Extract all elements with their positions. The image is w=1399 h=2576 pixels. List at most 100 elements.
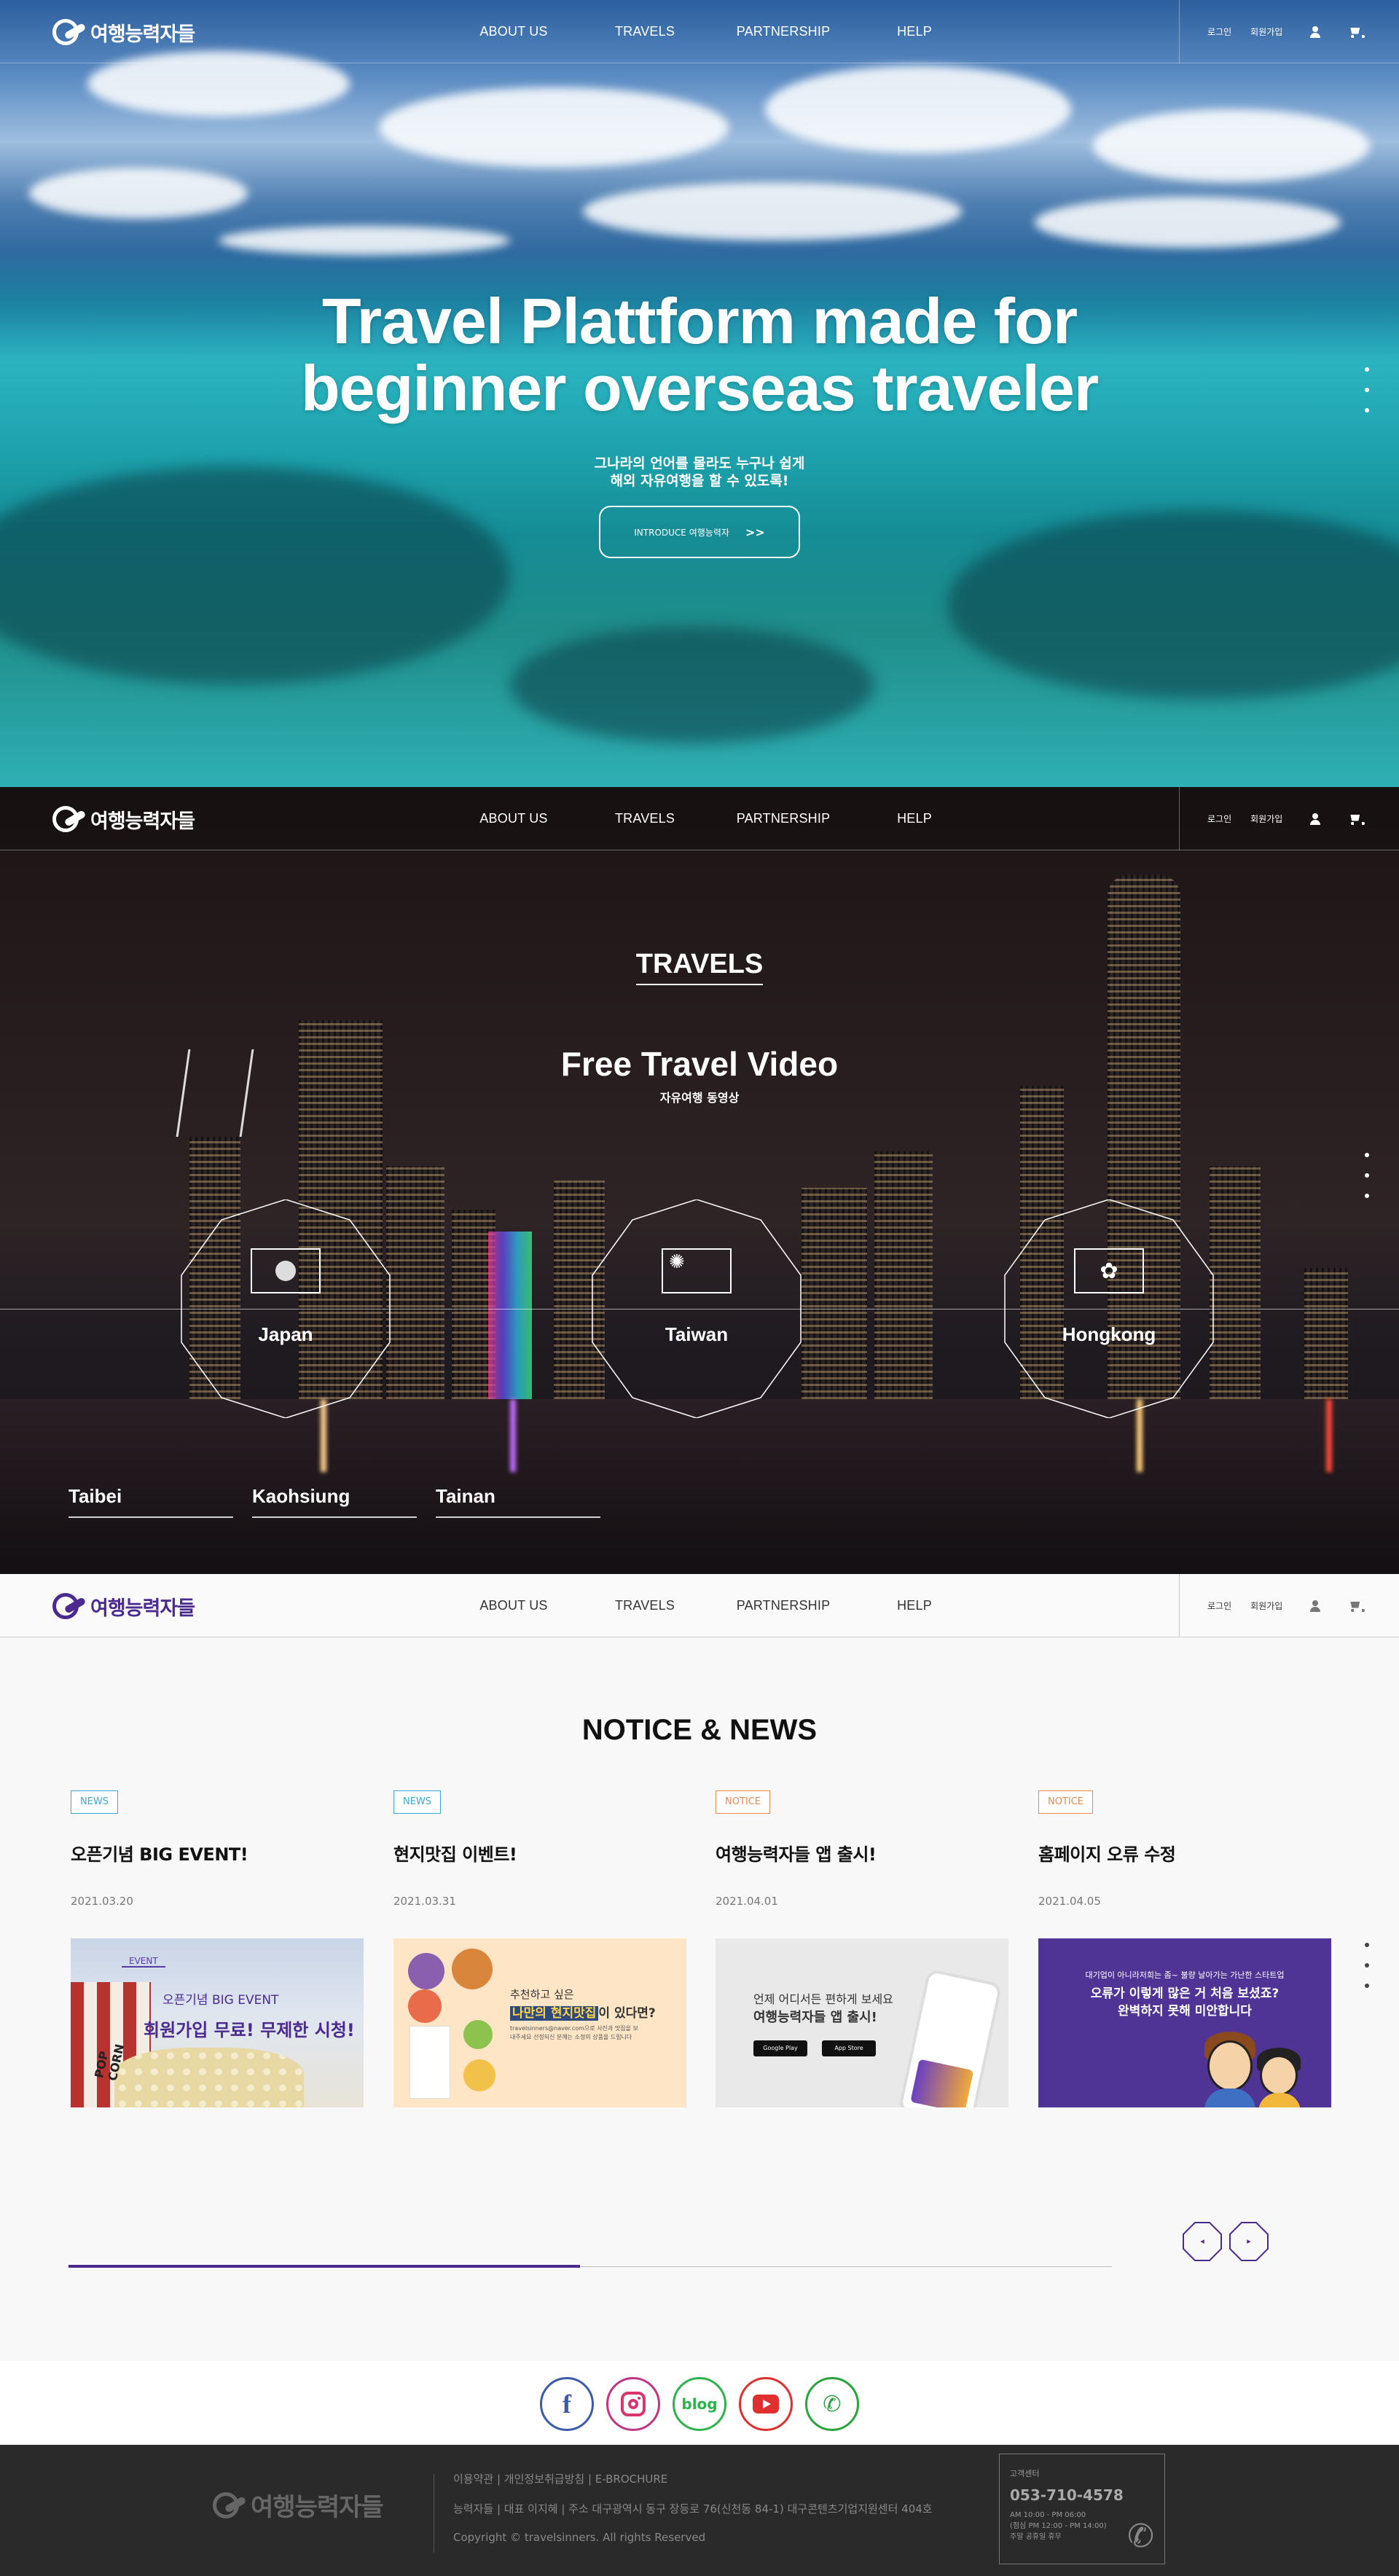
utility-menu: 로그인 회원가입 — [1179, 1574, 1399, 1637]
login-link[interactable]: 로그인 — [1207, 26, 1231, 38]
country-japan[interactable]: Japan — [176, 1199, 395, 1418]
food-image — [408, 1953, 444, 1989]
whatsapp-icon[interactable]: ✆ — [805, 2377, 859, 2431]
building — [874, 1151, 933, 1399]
building — [1304, 1268, 1348, 1399]
facebook-icon[interactable]: f — [540, 2377, 594, 2431]
prev-button[interactable]: ◂ — [1182, 2221, 1223, 2262]
signup-link[interactable]: 회원가입 — [1250, 26, 1282, 38]
thumb-line2: 나만의 현지맛집 이 있다면? — [510, 2003, 656, 2021]
site-logo[interactable]: 여행능력자들 — [51, 803, 195, 835]
next-button[interactable]: ▸ — [1228, 2221, 1269, 2262]
youtube-icon[interactable] — [739, 2377, 793, 2431]
city-tabs: Taibei Kaohsiung Tainan — [68, 1485, 619, 1518]
decagon-outline — [181, 1199, 391, 1418]
introduce-button[interactable]: INTRODUCE 여행능력자 >> — [599, 506, 800, 558]
site-logo[interactable]: 여행능력자들 — [51, 16, 195, 48]
nav-partnership[interactable]: PARTNERSHIP — [707, 811, 860, 826]
nav-partnership[interactable]: PARTNERSHIP — [707, 24, 860, 39]
slider-progress — [68, 2265, 580, 2268]
country-hongkong[interactable]: ✿ Hongkong — [1000, 1199, 1218, 1418]
nav-about-us[interactable]: ABOUT US — [444, 24, 583, 39]
main-nav: ABOUT US TRAVELS PARTNERSHIP HELP — [444, 0, 969, 63]
news-badge: NEWS — [71, 1790, 119, 1814]
pager-dot[interactable] — [1365, 1963, 1369, 1968]
thumb-line2: 회원가입 무료! 무제한 시청! — [144, 2020, 355, 2040]
reef-shadow — [0, 466, 510, 685]
section-pager — [1365, 1943, 1369, 2004]
signup-link[interactable]: 회원가입 — [1250, 1600, 1282, 1612]
pager-dot[interactable] — [1365, 388, 1369, 392]
logo-text: 여행능력자들 — [90, 23, 195, 46]
logo-text: 여행능력자들 — [90, 810, 195, 833]
user-icon[interactable] — [1309, 813, 1322, 826]
thumb-line2: 오류가 이렇게 많은 거 처음 보셨죠? 완벽하지 못해 미안합니다 — [1038, 1985, 1331, 2020]
site-logo[interactable]: 여행능력자들 — [51, 1590, 195, 1622]
hero-title: Travel Plattform made for beginner overs… — [0, 288, 1399, 422]
food-image — [463, 2020, 493, 2049]
user-icon[interactable] — [1309, 1600, 1322, 1613]
pager-dot[interactable] — [1365, 408, 1369, 412]
food-image — [408, 1989, 442, 2023]
cart-icon[interactable] — [1348, 26, 1365, 39]
news-card[interactable]: NEWS 현지맛집 이벤트! 2021.03.31 추천하고 싶은 나만의 현지… — [393, 1790, 686, 2107]
news-badge: NEWS — [393, 1790, 442, 1814]
food-image — [452, 1949, 493, 1989]
japan-flag-icon — [251, 1248, 321, 1293]
thumb-line2: 여행능력자들 앱 출시! — [753, 2010, 877, 2025]
reef-shadow — [510, 627, 874, 743]
thumb-highlight: 나만의 현지맛집 — [510, 2006, 599, 2021]
news-card[interactable]: NEWS 오픈기념 BIG EVENT! 2021.03.20 EVENT 오픈… — [71, 1790, 364, 2107]
section-pager — [1365, 1153, 1369, 1214]
card-thumbnail: 대기업이 아니라저희는 좀~ 불량 날아가는 가난한 스타트업 오류가 이렇게 … — [1038, 1938, 1331, 2107]
country-taiwan[interactable]: ✺ Taiwan — [587, 1199, 806, 1418]
city-tab-tainan[interactable]: Tainan — [436, 1485, 600, 1518]
card-title: 여행능력자들 앱 출시! — [716, 1844, 877, 1865]
site-footer: 여행능력자들 이용약관 | 개인정보취급방침 | E-BROCHURE 능력자들… — [0, 2445, 1399, 2576]
nav-help[interactable]: HELP — [860, 1598, 969, 1613]
notice-card[interactable]: NOTICE 홈페이지 오류 수정 2021.04.05 대기업이 아니라저희는… — [1038, 1790, 1331, 2107]
nav-travels[interactable]: TRAVELS — [583, 24, 707, 39]
pager-dot[interactable] — [1365, 1194, 1369, 1198]
pager-dot[interactable] — [1365, 1984, 1369, 1988]
user-icon[interactable] — [1309, 26, 1322, 39]
city-tab-kaohsiung[interactable]: Kaohsiung — [252, 1485, 417, 1518]
decagon-outline — [592, 1199, 802, 1418]
app-store-badge: App Store — [822, 2040, 876, 2056]
nav-travels[interactable]: TRAVELS — [583, 1598, 707, 1613]
cs-phone-number[interactable]: 053-710-4578 — [1010, 2486, 1154, 2504]
nav-help[interactable]: HELP — [860, 24, 969, 39]
city-tab-taibei[interactable]: Taibei — [68, 1485, 233, 1518]
nav-help[interactable]: HELP — [860, 811, 969, 826]
cart-icon[interactable] — [1348, 813, 1365, 826]
notice-card[interactable]: NOTICE 여행능력자들 앱 출시! 2021.04.01 언제 어디서든 편… — [716, 1790, 1008, 2107]
card-title: 홈페이지 오류 수정 — [1038, 1844, 1176, 1865]
cloud — [583, 182, 962, 240]
footer-links[interactable]: 이용약관 | 개인정보취급방침 | E-BROCHURE — [453, 2471, 667, 2486]
chevron-left-icon: ◂ — [1200, 2236, 1204, 2246]
nav-travels[interactable]: TRAVELS — [583, 811, 707, 826]
free-travel-video-title: Free Travel Video — [560, 1045, 839, 1083]
double-chevron-right-icon: >> — [745, 525, 765, 539]
nav-about-us[interactable]: ABOUT US — [444, 1598, 583, 1613]
pager-dot[interactable] — [1365, 1173, 1369, 1178]
travels-title: TRAVELS — [0, 949, 1399, 985]
nav-about-us[interactable]: ABOUT US — [444, 811, 583, 826]
pager-dot[interactable] — [1365, 1153, 1369, 1157]
main-nav: ABOUT US TRAVELS PARTNERSHIP HELP — [444, 787, 969, 850]
cartoon-face — [1260, 2055, 1298, 2096]
login-link[interactable]: 로그인 — [1207, 1600, 1231, 1612]
login-link[interactable]: 로그인 — [1207, 813, 1231, 825]
cart-icon[interactable] — [1348, 1600, 1365, 1613]
introduce-button-label: INTRODUCE 여행능력자 — [634, 527, 729, 538]
pager-dot[interactable] — [1365, 1943, 1369, 1947]
reef-shadow — [947, 510, 1399, 700]
utility-menu: 로그인 회원가입 — [1179, 0, 1399, 63]
blog-icon[interactable]: blog — [673, 2377, 726, 2431]
nav-partnership[interactable]: PARTNERSHIP — [707, 1598, 860, 1613]
instagram-icon[interactable] — [606, 2377, 660, 2431]
signup-link[interactable]: 회원가입 — [1250, 813, 1282, 825]
pager-dot[interactable] — [1365, 367, 1369, 372]
notice-section: 여행능력자들 ABOUT US TRAVELS PARTNERSHIP HELP… — [0, 1574, 1399, 2361]
card-title: 현지맛집 이벤트! — [393, 1844, 517, 1865]
